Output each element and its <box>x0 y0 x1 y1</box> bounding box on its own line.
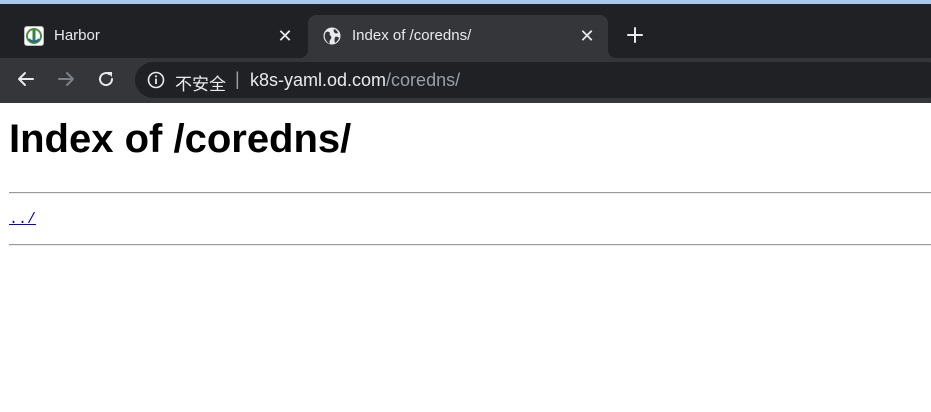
window-top-strip <box>0 0 931 4</box>
arrow-left-icon <box>16 69 36 94</box>
security-status-label[interactable]: 不安全 <box>175 70 226 95</box>
page-title: Index of /coredns/ <box>9 117 352 161</box>
info-circle-icon[interactable] <box>147 71 165 89</box>
globe-icon <box>322 26 342 46</box>
url-host: k8s-yaml.od.com <box>250 70 387 90</box>
reload-button[interactable] <box>93 68 119 94</box>
harbor-logo-icon <box>24 26 44 46</box>
url-text[interactable]: k8s-yaml.od.com/coredns/ <box>250 70 460 91</box>
reload-icon <box>96 69 116 94</box>
back-button[interactable] <box>13 68 39 94</box>
plus-icon <box>626 26 644 49</box>
tab-close-icon[interactable]: ✕ <box>576 25 598 47</box>
arrow-right-icon <box>56 69 76 94</box>
omnibox-separator: | <box>235 69 240 89</box>
address-bar[interactable]: 不安全 | k8s-yaml.od.com/coredns/ <box>135 62 931 98</box>
tab-close-icon[interactable]: ✕ <box>274 25 296 47</box>
tab-title: Harbor <box>54 27 100 44</box>
browser-toolbar: 不安全 | k8s-yaml.od.com/coredns/ <box>0 58 931 103</box>
page-content: Index of /coredns/ ../ <box>0 103 931 412</box>
divider-bottom <box>9 244 931 246</box>
tab-title: Index of /coredns/ <box>352 27 472 44</box>
divider-top <box>9 192 931 194</box>
new-tab-button[interactable] <box>622 24 648 50</box>
parent-directory-link[interactable]: ../ <box>9 211 36 228</box>
browser-chrome: Harbor ✕ Index of /coredns/ ✕ 不安全 | k8s-… <box>0 0 931 103</box>
tab-harbor[interactable]: Harbor ✕ <box>10 15 306 58</box>
forward-button[interactable] <box>53 68 79 94</box>
tab-index-of-coredns[interactable]: Index of /coredns/ ✕ <box>308 15 608 58</box>
url-path: /coredns/ <box>386 70 461 90</box>
